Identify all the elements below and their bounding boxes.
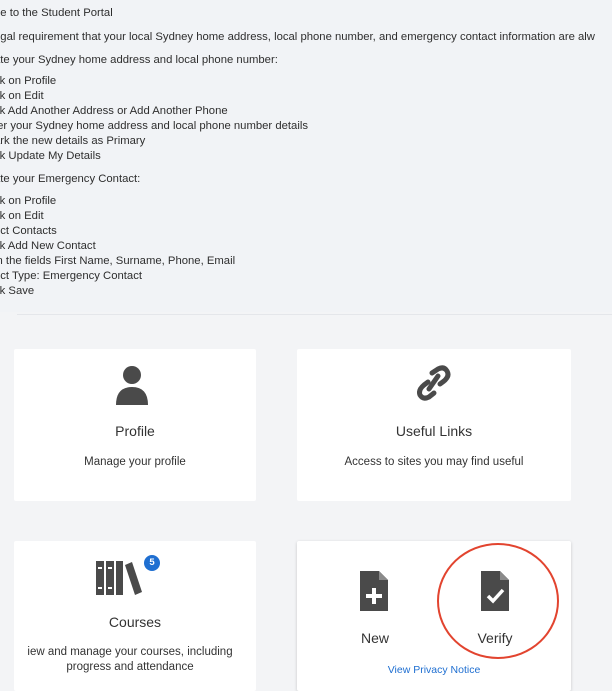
- privacy-notice-link[interactable]: View Privacy Notice: [297, 664, 571, 676]
- notice-step: ark the new details as Primary: [0, 135, 146, 147]
- books-icon: [96, 561, 142, 595]
- courses-description-line: progress and attendance: [66, 661, 194, 673]
- new-button[interactable]: New: [345, 571, 405, 651]
- notice-step: ck Update My Details: [0, 150, 101, 162]
- notice-text: egal requirement that your local Sydney …: [0, 31, 595, 43]
- notice-step: ck on Edit: [0, 90, 44, 102]
- notice-step: ck Add New Contact: [0, 240, 96, 252]
- useful-links-description: Access to sites you may find useful: [344, 456, 524, 468]
- notice-title: ne to the Student Portal: [0, 7, 113, 19]
- profile-title: Profile: [115, 423, 155, 439]
- link-icon: [417, 365, 451, 401]
- user-icon: [116, 366, 148, 405]
- new-label: New: [360, 630, 389, 646]
- section-divider: [17, 314, 612, 315]
- notice-heading-emergency: ate your Emergency Contact:: [0, 173, 141, 185]
- useful-links-card[interactable]: Useful Links Access to sites you may fin…: [297, 349, 571, 501]
- file-plus-icon: [360, 571, 388, 611]
- courses-card[interactable]: 5 Courses iew and manage your courses, i…: [14, 541, 256, 691]
- notice-step: ck on Profile: [0, 195, 57, 207]
- notice-step: ect Type: Emergency Contact: [0, 270, 142, 282]
- notice-step: in the fields First Name, Surname, Phone…: [0, 255, 236, 267]
- courses-count-badge: 5: [144, 555, 160, 571]
- notice-step: ck Save: [0, 285, 35, 297]
- courses-title: Courses: [108, 614, 162, 630]
- notice-step: ter your Sydney home address and local p…: [0, 120, 308, 132]
- courses-description-line: iew and manage your courses, including: [27, 646, 233, 658]
- notice-step: ect Contacts: [0, 225, 57, 237]
- highlight-circle: [437, 543, 559, 659]
- notice-step: ck on Profile: [0, 75, 57, 87]
- notice-step: ck on Edit: [0, 210, 44, 222]
- profile-description: Manage your profile: [84, 456, 186, 468]
- courses-description: iew and manage your courses, including p…: [0, 645, 260, 675]
- useful-links-title: Useful Links: [395, 423, 473, 439]
- profile-card[interactable]: Profile Manage your profile: [14, 349, 256, 501]
- notice-heading-address: ate your Sydney home address and local p…: [0, 54, 278, 66]
- notice-panel: ne to the Student Portal egal requiremen…: [0, 0, 612, 312]
- notice-step: ck Add Another Address or Add Another Ph…: [0, 105, 228, 117]
